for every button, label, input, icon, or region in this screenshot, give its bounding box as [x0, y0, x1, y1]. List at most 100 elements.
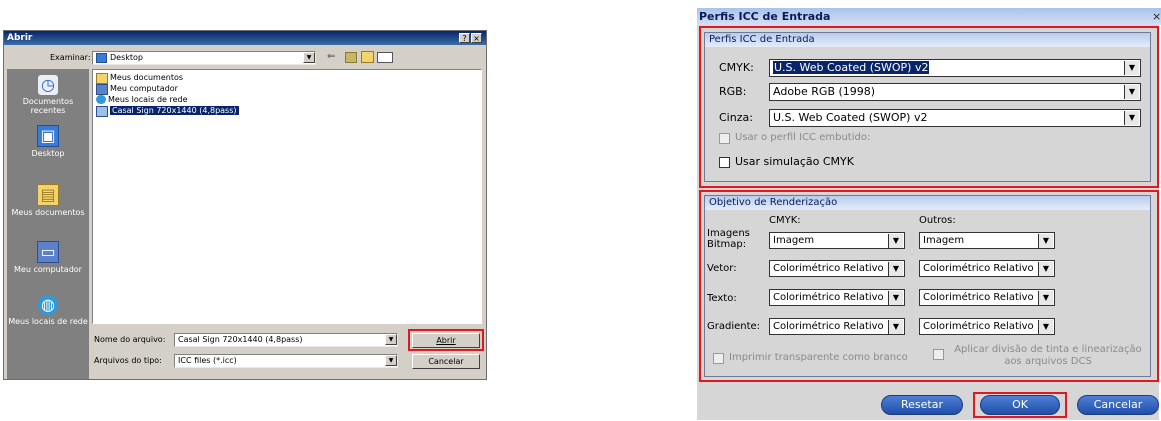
place-desktop[interactable]: ▣ Desktop — [7, 125, 89, 158]
ink-split-label: Aplicar divisão de tinta e linearização … — [954, 344, 1142, 367]
cancel-button[interactable]: Cancelar — [1077, 395, 1159, 415]
chevron-down-icon[interactable]: ▼ — [888, 234, 903, 248]
chevron-down-icon[interactable]: ▼ — [1038, 320, 1053, 334]
print-transparent-label: Imprimir transparente como branco — [729, 352, 908, 363]
text-cmyk-dropdown[interactable]: Colorimétrico Relativo ▼ — [769, 289, 905, 306]
dropdown-value: Colorimétrico Relativo — [923, 263, 1034, 274]
ok-button[interactable]: OK — [980, 395, 1060, 415]
row-label-vector: Vetor: — [707, 263, 737, 274]
reset-button[interactable]: Resetar — [881, 395, 963, 415]
embedded-profile-label: Usar o perfil ICC embutido: — [735, 132, 871, 143]
file-name: Meu computador — [110, 84, 178, 93]
gray-profile-dropdown[interactable]: U.S. Web Coated (SWOP) v2 ▼ — [769, 109, 1141, 127]
row-label-text: Texto: — [707, 293, 737, 304]
chevron-down-icon[interactable]: ▼ — [1124, 61, 1139, 75]
close-button[interactable]: × — [471, 33, 482, 43]
ink-split-checkbox[interactable] — [933, 349, 944, 360]
chevron-down-icon[interactable]: ▼ — [1038, 291, 1053, 305]
dropdown-value: Colorimétrico Relativo — [773, 321, 884, 332]
close-icon[interactable]: × — [1152, 10, 1161, 23]
look-in-label: Examinar: — [50, 53, 91, 62]
rendering-intent-group: Objetivo de Renderização CMYK: Outros: I… — [704, 195, 1151, 377]
place-my-computer[interactable]: ▭ Meu computador — [7, 241, 89, 274]
chevron-down-icon[interactable]: ▼ — [1124, 85, 1139, 99]
list-item[interactable]: Meu computador — [96, 84, 178, 95]
dialog-title-bar: Perfis ICC de Entrada — [697, 8, 1161, 25]
group-heading: Perfis ICC de Entrada — [705, 33, 1150, 47]
recent-documents-icon: ◷ — [38, 75, 58, 95]
list-item-selected[interactable]: Casal Sign 720x1440 (4,8pass) — [96, 106, 239, 117]
chevron-down-icon[interactable]: ▼ — [303, 52, 315, 63]
filename-value: Casal Sign 720x1440 (4,8pass) — [178, 335, 303, 344]
open-button[interactable]: Abrir — [412, 333, 480, 348]
list-item[interactable]: Meus documentos — [96, 73, 184, 84]
dropdown-value: Colorimétrico Relativo — [773, 292, 884, 303]
bitmap-cmyk-dropdown[interactable]: Imagem ▼ — [769, 232, 905, 249]
dropdown-value: Colorimétrico Relativo — [923, 292, 1034, 303]
chevron-down-icon[interactable]: ▼ — [1124, 111, 1139, 125]
vector-cmyk-dropdown[interactable]: Colorimétrico Relativo ▼ — [769, 260, 905, 277]
gradient-cmyk-dropdown[interactable]: Colorimétrico Relativo ▼ — [769, 318, 905, 335]
my-documents-icon: ▤ — [37, 184, 59, 206]
file-name: Meus documentos — [110, 73, 184, 82]
cmyk-simulation-label: Usar simulação CMYK — [735, 155, 854, 168]
icc-profiles-dialog: Perfis ICC de Entrada × Perfis ICC de En… — [697, 8, 1161, 420]
place-label: Meus locais de rede — [8, 317, 88, 326]
gray-label: Cinza: — [719, 111, 753, 124]
cmyk-label: CMYK: — [719, 61, 754, 74]
chevron-down-icon[interactable]: ▼ — [888, 291, 903, 305]
dropdown-value: Imagem — [773, 235, 815, 246]
gradient-other-dropdown[interactable]: Colorimétrico Relativo ▼ — [919, 318, 1055, 335]
text-other-dropdown[interactable]: Colorimétrico Relativo ▼ — [919, 289, 1055, 306]
chevron-down-icon[interactable]: ▼ — [385, 355, 397, 366]
dialog-title-bar: Abrir — [4, 31, 486, 45]
chevron-down-icon[interactable]: ▼ — [1038, 234, 1053, 248]
place-label: Meu computador — [14, 265, 82, 274]
rgb-label: RGB: — [719, 85, 747, 98]
computer-icon — [96, 84, 108, 95]
filename-label: Nome do arquivo: — [94, 335, 166, 344]
view-menu-icon[interactable] — [377, 52, 393, 63]
group-heading: Objetivo de Renderização — [705, 196, 1150, 210]
cmyk-simulation-checkbox[interactable] — [719, 157, 730, 168]
cancel-button[interactable]: Cancelar — [412, 354, 480, 369]
open-file-dialog: Abrir ? × Examinar: Desktop ▼ ⇐ ◷ Docume… — [3, 30, 487, 380]
profiles-group: Perfis ICC de Entrada CMYK: U.S. Web Coa… — [704, 32, 1151, 182]
chevron-down-icon[interactable]: ▼ — [888, 320, 903, 334]
cmyk-column-label: CMYK: — [769, 215, 801, 226]
desktop-icon: ▣ — [37, 125, 59, 147]
file-list[interactable]: Meus documentos Meu computador Meus loca… — [92, 69, 482, 324]
place-label: Meus documentos — [11, 208, 85, 217]
chevron-down-icon[interactable]: ▼ — [385, 334, 397, 345]
icc-file-icon — [96, 106, 108, 117]
chevron-down-icon[interactable]: ▼ — [888, 262, 903, 276]
chevron-down-icon[interactable]: ▼ — [1038, 262, 1053, 276]
my-computer-icon: ▭ — [37, 241, 59, 263]
places-bar: ◷ Documentos recentes ▣ Desktop ▤ Meus d… — [7, 69, 89, 379]
bitmap-other-dropdown[interactable]: Imagem ▼ — [919, 232, 1055, 249]
rgb-profile-dropdown[interactable]: Adobe RGB (1998) ▼ — [769, 83, 1141, 101]
back-arrow-icon[interactable]: ⇐ — [327, 51, 335, 62]
help-button[interactable]: ? — [459, 33, 470, 43]
embedded-profile-checkbox[interactable] — [719, 133, 730, 144]
place-my-documents[interactable]: ▤ Meus documentos — [7, 184, 89, 217]
desktop-icon — [96, 52, 107, 63]
place-label: Desktop — [31, 149, 65, 158]
look-in-dropdown[interactable]: Desktop — [92, 51, 316, 65]
filename-input[interactable]: Casal Sign 720x1440 (4,8pass) — [174, 333, 398, 347]
dialog-title: Perfis ICC de Entrada — [699, 10, 831, 23]
filetype-value: ICC files (*.icc) — [178, 356, 237, 365]
filetype-dropdown[interactable]: ICC files (*.icc) — [174, 354, 398, 368]
dropdown-value: Imagem — [923, 235, 965, 246]
rgb-profile-value: Adobe RGB (1998) — [773, 85, 876, 98]
dropdown-value: Colorimétrico Relativo — [923, 321, 1034, 332]
place-recent-documents[interactable]: ◷ Documentos recentes — [7, 75, 89, 115]
new-folder-icon[interactable] — [361, 51, 374, 63]
list-item[interactable]: Meus locais de rede — [96, 95, 188, 105]
gray-profile-value: U.S. Web Coated (SWOP) v2 — [773, 111, 928, 124]
vector-other-dropdown[interactable]: Colorimétrico Relativo ▼ — [919, 260, 1055, 277]
print-transparent-checkbox[interactable] — [713, 353, 724, 364]
place-network[interactable]: ◍ Meus locais de rede — [7, 295, 89, 326]
cmyk-profile-dropdown[interactable]: U.S. Web Coated (SWOP) v2 ▼ — [769, 59, 1141, 77]
up-folder-icon[interactable] — [345, 52, 357, 63]
